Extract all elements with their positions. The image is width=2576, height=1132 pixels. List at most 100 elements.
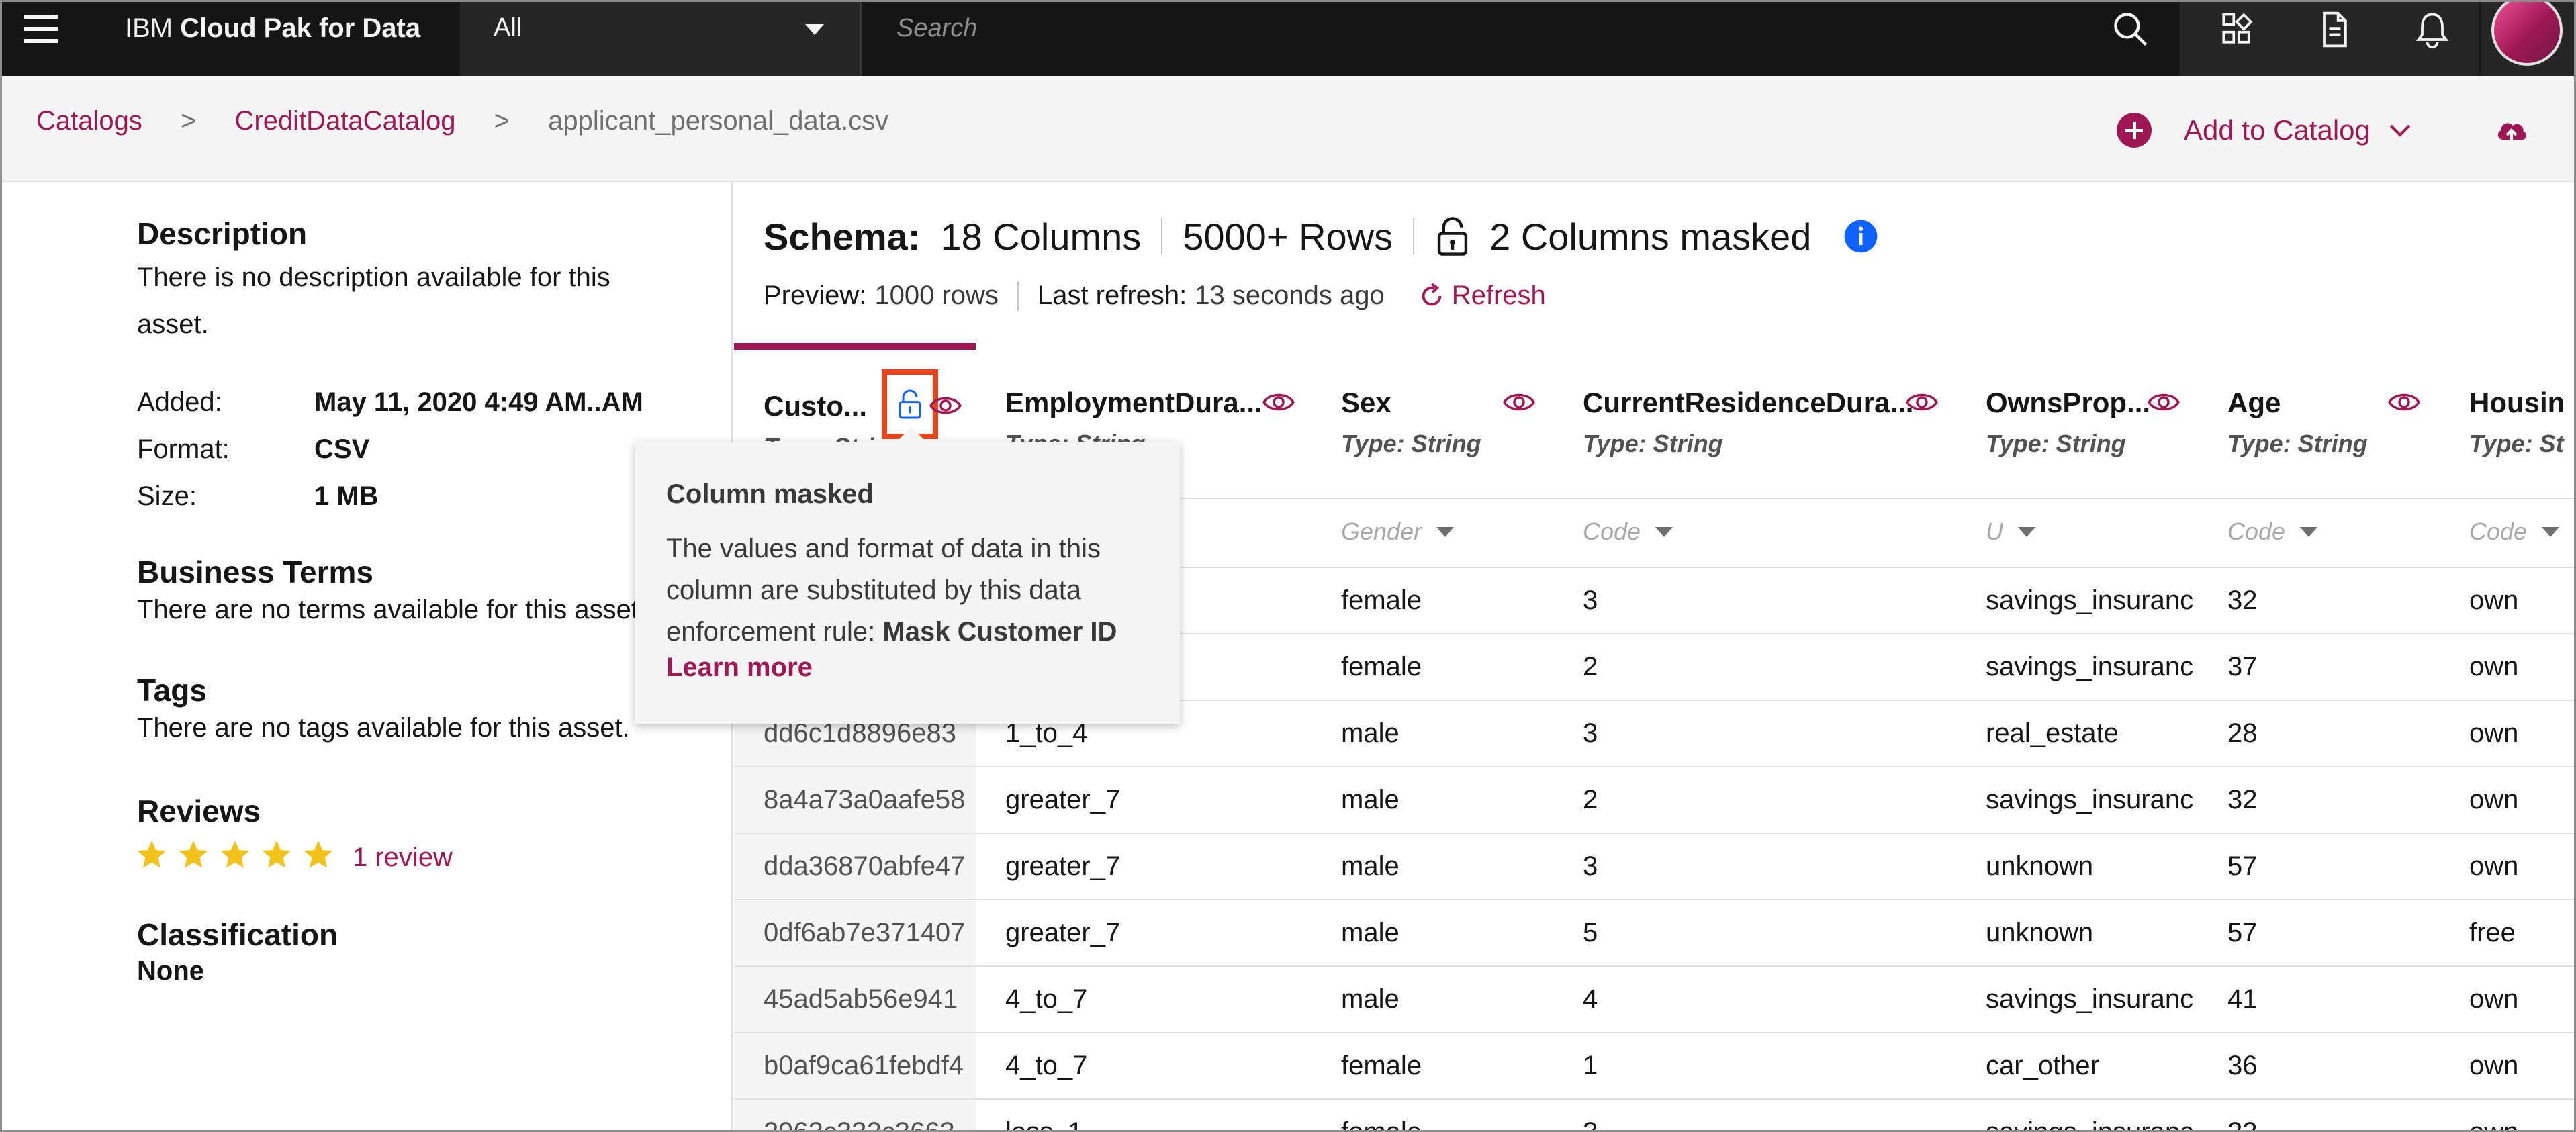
column-name: OwnsProp... [1986, 387, 2151, 418]
class-cell[interactable]: Code [1553, 498, 1956, 568]
class-dropdown[interactable]: Code [1583, 518, 1673, 546]
table-cell: 2 [1553, 767, 1956, 834]
table-cell: 22 [2198, 1099, 2440, 1132]
table-row: dda36870abfe47 greater_7 male 3 unknown 57 own [734, 833, 2576, 900]
table-cell: 8a4a73a0aafe58 [734, 767, 976, 834]
eye-icon[interactable] [2147, 385, 2180, 419]
column-header-age[interactable]: Age Type: String [2198, 346, 2440, 499]
tags-title: Tags [137, 673, 207, 708]
table-cell: less_1 [976, 1099, 1312, 1132]
table-cell: own [2440, 833, 2576, 900]
preview-info: Preview: 1000 rows Last refresh: 13 seco… [764, 281, 1546, 311]
column-name: EmploymentDura... [1005, 387, 1262, 418]
row-count: 5000+ Rows [1183, 215, 1393, 258]
meta-key: Format: [137, 434, 230, 464]
column-header-sex[interactable]: Sex Type: String [1312, 346, 1553, 499]
breadcrumb: Catalogs > CreditDataCatalog > applicant… [36, 106, 888, 136]
star-icon [221, 841, 249, 868]
class-dropdown[interactable]: Gender [1341, 518, 1455, 546]
class-cell[interactable]: Code [2198, 498, 2440, 568]
breadcrumb-catalog[interactable]: CreditDataCatalog [234, 106, 455, 136]
class-cell[interactable]: Code [2440, 498, 2576, 568]
table-cell: female [1312, 634, 1553, 701]
divider [1413, 218, 1415, 254]
table-cell: 4 [1553, 966, 1956, 1033]
add-to-catalog-button[interactable]: Add to Catalog [2117, 110, 2415, 150]
table-cell: 37 [2198, 634, 2440, 701]
table-cell: male [1312, 833, 1553, 900]
table-cell: b0af9ca61febdf4 [734, 1033, 976, 1100]
star-icon [179, 841, 208, 868]
table-cell: savings_insuranc [1956, 567, 2198, 634]
notification-icon[interactable] [2412, 9, 2452, 50]
tooltip-title: Column masked [666, 479, 874, 509]
last-refresh-label: Last refresh: [1037, 281, 1187, 310]
search-icon[interactable] [2111, 9, 2151, 50]
class-cell[interactable]: Gender [1312, 498, 1553, 568]
table-cell: 45ad5ab56e941 [734, 966, 976, 1033]
column-type: Type: String [1341, 430, 1481, 457]
table-cell: 0df6ab7e371407 [734, 900, 976, 967]
table-cell: 3 [1553, 567, 1956, 634]
search-input[interactable] [896, 12, 2038, 44]
column-header-housing[interactable]: Housin Type: St [2440, 346, 2576, 499]
column-count: 18 Columns [940, 215, 1142, 258]
apps-icon[interactable] [2216, 9, 2256, 50]
table-cell: male [1312, 767, 1553, 834]
eye-icon[interactable] [1502, 385, 1536, 419]
tooltip-rule-name: Mask Customer ID [882, 617, 1117, 647]
reviews-link[interactable]: 1 review [353, 843, 453, 873]
meta-value: May 11, 2020 4:49 AM..AM [314, 387, 643, 417]
asset-details-panel: Description There is no description avai… [0, 182, 733, 1132]
column-masked-tooltip: Column masked The values and format of d… [635, 427, 1180, 724]
table-cell: female [1312, 1033, 1553, 1100]
table-cell: male [1312, 900, 1553, 967]
column-header-residence[interactable]: CurrentResidenceDura... Type: String [1553, 346, 1956, 499]
table-cell: male [1312, 966, 1553, 1033]
column-header-owns-property[interactable]: OwnsProp... Type: String [1956, 346, 2198, 499]
class-dropdown[interactable]: Code [2469, 518, 2560, 546]
table-cell: 2963c332c3663 [734, 1099, 976, 1132]
breadcrumb-separator: > [494, 106, 510, 136]
learn-more-link[interactable]: Learn more [666, 653, 813, 683]
breadcrumb-bar: Catalogs > CreditDataCatalog > applicant… [0, 76, 2576, 182]
breadcrumb-catalogs[interactable]: Catalogs [36, 106, 142, 136]
product-name[interactable]: IBM Cloud Pak for Data [125, 12, 420, 44]
eye-icon[interactable] [1262, 385, 1295, 419]
class-dropdown[interactable]: U [1986, 518, 2035, 546]
refresh-icon [1422, 283, 1442, 305]
last-refresh-value: 13 seconds ago [1195, 281, 1385, 310]
class-dropdown[interactable]: Code [2227, 518, 2318, 546]
table-row: 0df6ab7e371407 greater_7 male 5 unknown 57 fre… [734, 900, 2576, 967]
eye-icon[interactable] [1905, 385, 1939, 419]
menu-icon[interactable] [20, 9, 62, 51]
top-header: IBM Cloud Pak for Data All [0, 0, 2576, 76]
eye-icon[interactable] [929, 389, 962, 422]
meta-key: Added: [137, 387, 222, 417]
document-icon[interactable] [2314, 9, 2354, 50]
user-menu[interactable] [2479, 0, 2576, 76]
class-cell[interactable]: U [1956, 498, 2198, 568]
table-cell: male [1312, 700, 1553, 767]
table-cell: own [2440, 634, 2576, 701]
table-row: 45ad5ab56e941 4_to_7 male 4 savings_insuranc… [734, 966, 2576, 1033]
scope-dropdown[interactable]: All [460, 0, 860, 76]
table-cell: 2 [1553, 634, 1956, 701]
cloud-upload-icon[interactable] [2493, 111, 2530, 149]
schema-summary: Schema: 18 Columns 5000+ Rows 2 Columns … [764, 213, 1878, 260]
chevron-down-icon [2389, 124, 2411, 137]
column-name: Housin [2469, 387, 2565, 418]
table-cell: own [2440, 700, 2576, 767]
meta-key: Size: [137, 481, 197, 511]
preview-label: Preview: [764, 281, 867, 310]
table-cell: 57 [2198, 833, 2440, 900]
refresh-button[interactable]: Refresh [1417, 281, 1546, 311]
info-icon[interactable] [1843, 219, 1878, 254]
avatar[interactable] [2491, 0, 2563, 66]
table-cell: 4_to_7 [976, 966, 1312, 1033]
table-cell: own [2440, 567, 2576, 634]
meta-value: CSV [314, 434, 370, 464]
eye-icon[interactable] [2387, 385, 2421, 419]
divider [1161, 218, 1163, 254]
table-cell: 5 [1553, 900, 1956, 967]
